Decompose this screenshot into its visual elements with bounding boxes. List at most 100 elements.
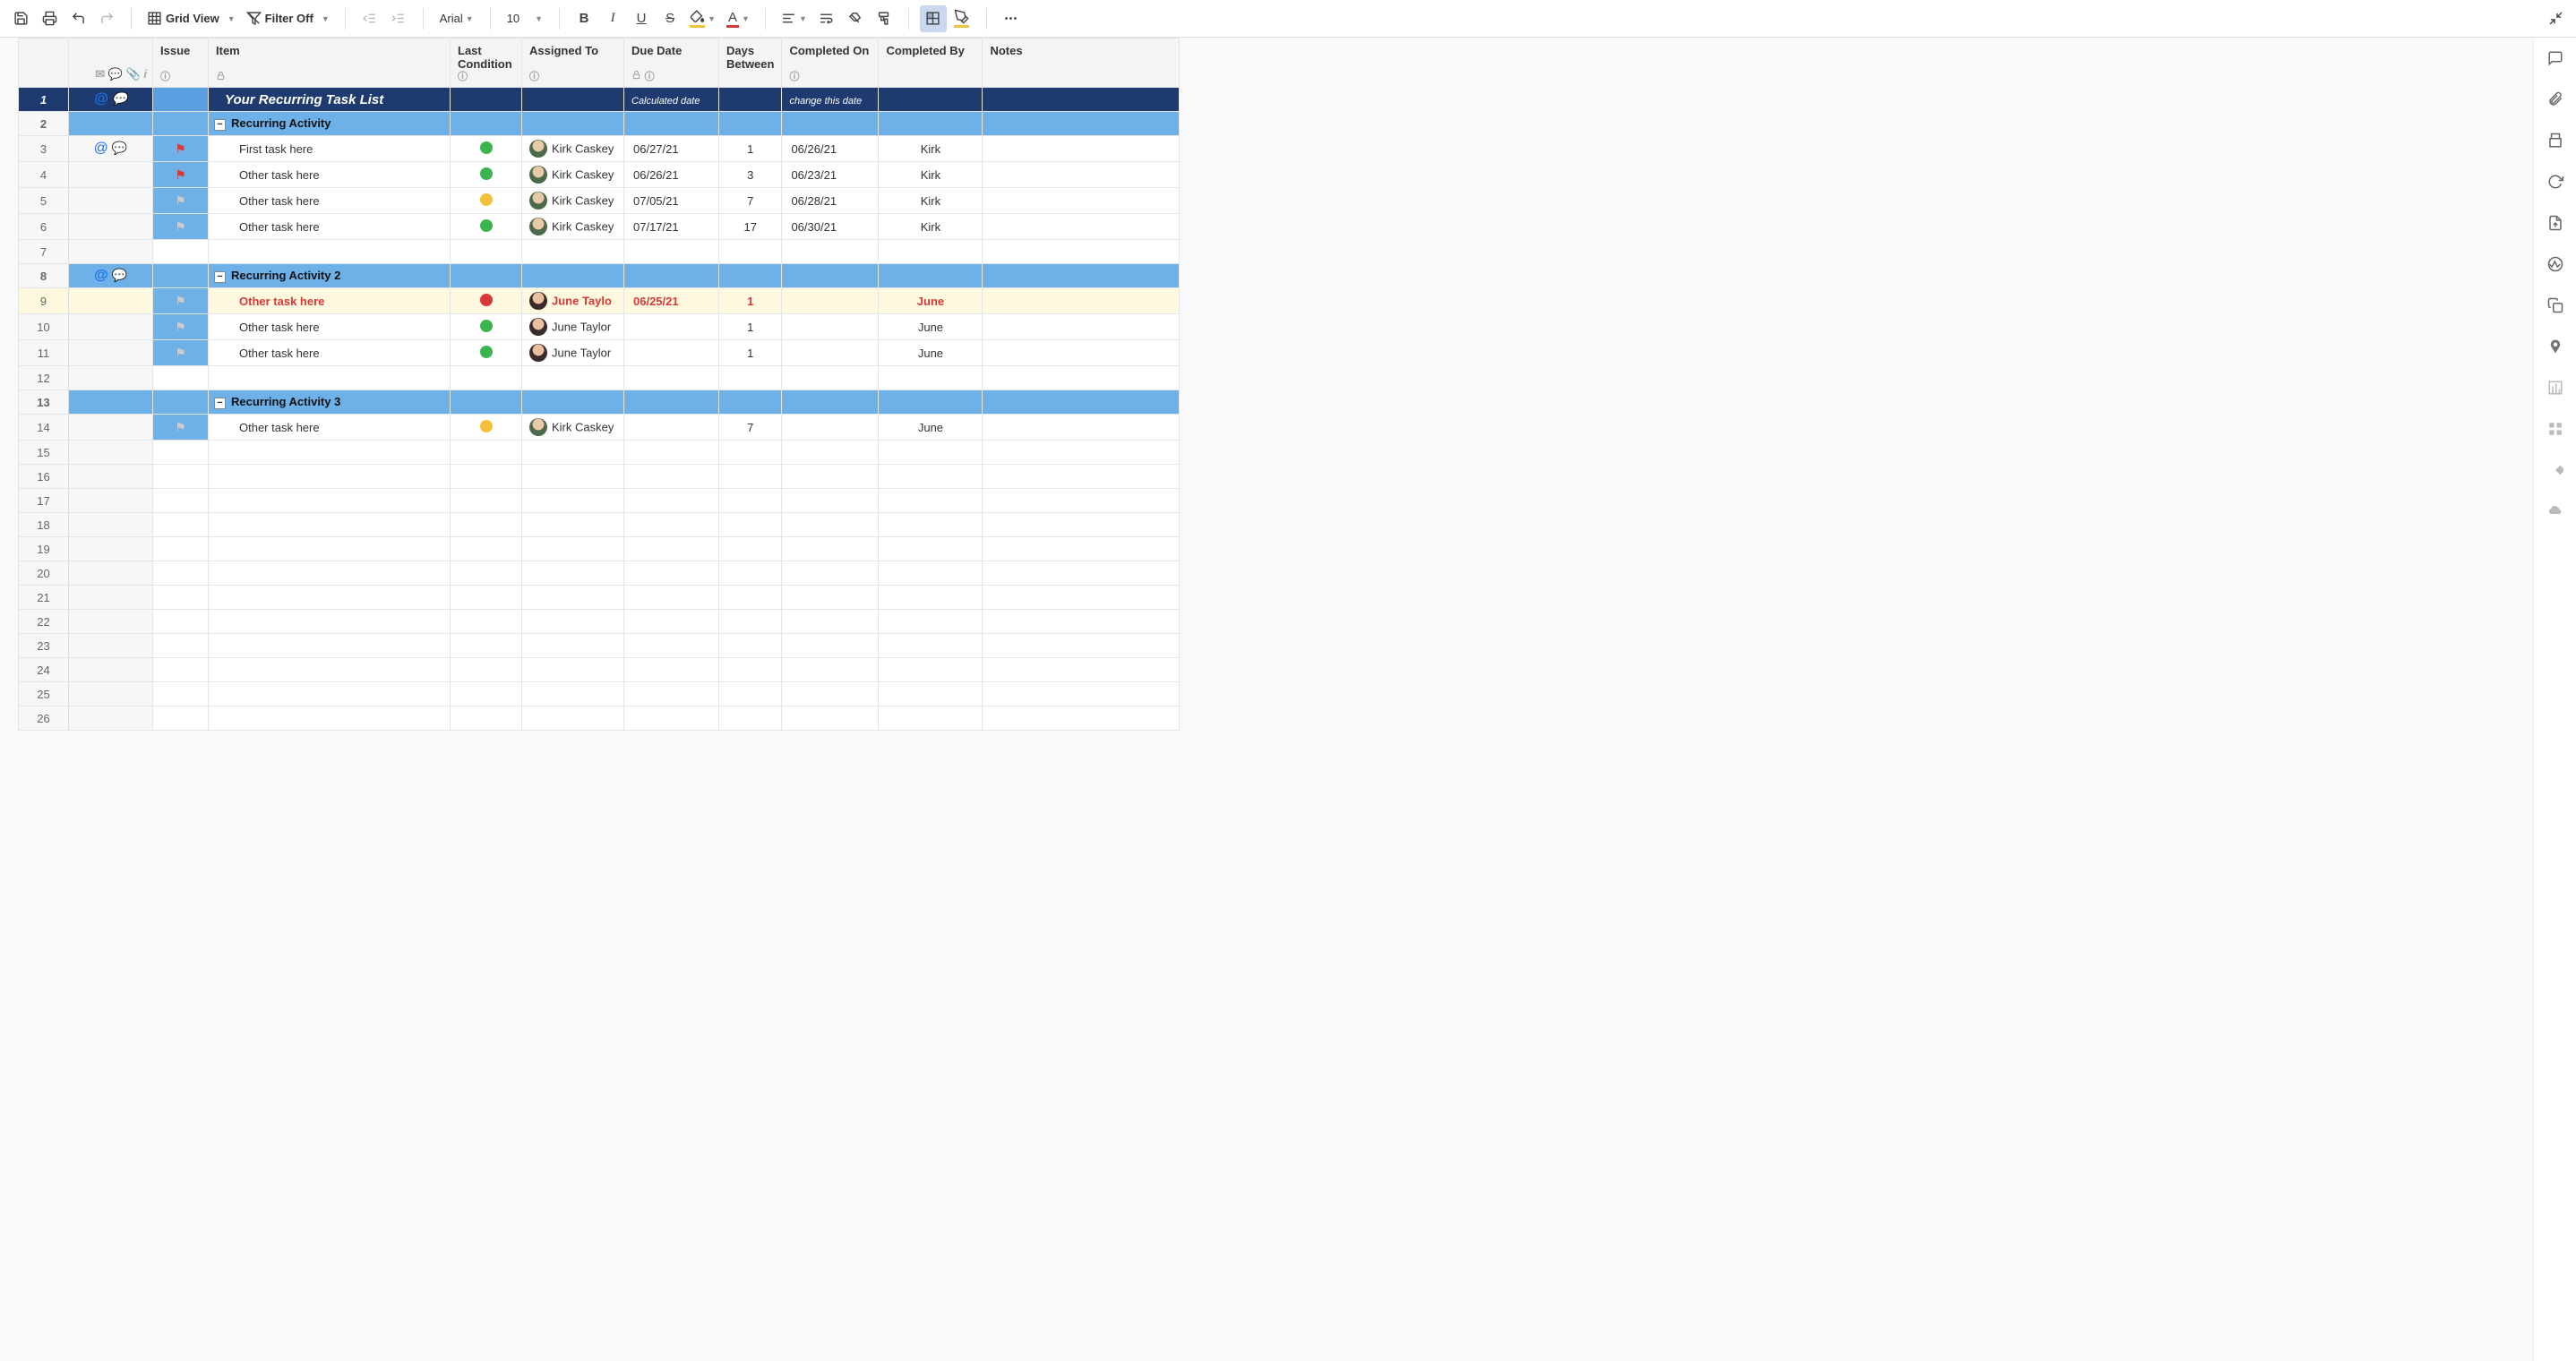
issue-cell[interactable] xyxy=(153,240,209,264)
outdent-button[interactable] xyxy=(356,5,383,32)
row-25[interactable]: 25 xyxy=(19,682,1180,706)
flag-icon[interactable]: ⚑ xyxy=(175,193,186,209)
cond-cell[interactable] xyxy=(451,465,522,489)
flag-icon[interactable]: ⚑ xyxy=(175,346,186,361)
due-cell[interactable] xyxy=(624,415,719,441)
due-cell[interactable] xyxy=(624,489,719,513)
item-cell[interactable] xyxy=(209,658,451,682)
item-cell[interactable] xyxy=(209,441,451,465)
assigned-cell[interactable] xyxy=(522,561,624,586)
font-family-select[interactable]: Arial▼ xyxy=(434,5,479,32)
header-item[interactable]: Item xyxy=(209,39,451,88)
item-cell[interactable] xyxy=(209,537,451,561)
notes-cell[interactable] xyxy=(983,214,1180,240)
row-7[interactable]: 7 xyxy=(19,240,1180,264)
assigned-cell[interactable] xyxy=(522,88,624,112)
attachment-icon[interactable]: @ xyxy=(94,91,108,107)
attachment-icon[interactable]: @ xyxy=(94,268,108,283)
compon-cell[interactable] xyxy=(782,489,879,513)
header-days-between[interactable]: Days Between xyxy=(719,39,782,88)
cond-cell[interactable] xyxy=(451,513,522,537)
cond-cell[interactable] xyxy=(451,314,522,340)
compon-cell[interactable] xyxy=(782,441,879,465)
row-number[interactable]: 23 xyxy=(19,634,69,658)
flag-icon[interactable]: ⚑ xyxy=(175,420,186,435)
compby-cell[interactable] xyxy=(879,561,983,586)
row-indicators[interactable] xyxy=(69,188,153,214)
assigned-cell[interactable] xyxy=(522,240,624,264)
compby-cell[interactable] xyxy=(879,489,983,513)
cond-cell[interactable] xyxy=(451,390,522,415)
compby-cell[interactable] xyxy=(879,390,983,415)
due-cell[interactable] xyxy=(624,366,719,390)
assigned-cell[interactable]: June Taylor xyxy=(522,314,624,340)
compby-cell[interactable] xyxy=(879,465,983,489)
compby-cell[interactable] xyxy=(879,513,983,537)
row-26[interactable]: 26 xyxy=(19,706,1180,731)
days-cell[interactable] xyxy=(719,88,782,112)
issue-cell[interactable] xyxy=(153,112,209,136)
row-indicators[interactable] xyxy=(69,112,153,136)
assigned-cell[interactable] xyxy=(522,366,624,390)
compby-cell[interactable]: Kirk xyxy=(879,214,983,240)
cond-cell[interactable] xyxy=(451,610,522,634)
notes-cell[interactable] xyxy=(983,136,1180,162)
due-cell[interactable] xyxy=(624,314,719,340)
row-number[interactable]: 15 xyxy=(19,441,69,465)
due-cell[interactable] xyxy=(624,537,719,561)
due-cell[interactable]: 07/17/21 xyxy=(624,214,719,240)
issue-cell[interactable] xyxy=(153,88,209,112)
flag-icon[interactable]: ⚑ xyxy=(175,219,186,235)
notes-cell[interactable] xyxy=(983,288,1180,314)
redo-button[interactable] xyxy=(93,5,120,32)
collapse-toggle[interactable]: − xyxy=(214,119,226,131)
issue-cell[interactable]: ⚑ xyxy=(153,314,209,340)
row-15[interactable]: 15 xyxy=(19,441,1180,465)
notes-cell[interactable] xyxy=(983,682,1180,706)
days-cell[interactable] xyxy=(719,682,782,706)
flag-icon[interactable]: ⚑ xyxy=(175,167,186,183)
filter-button[interactable]: Filter Off▼ xyxy=(242,5,334,32)
cond-cell[interactable] xyxy=(451,240,522,264)
due-cell[interactable] xyxy=(624,658,719,682)
issue-cell[interactable] xyxy=(153,489,209,513)
row-number[interactable]: 2 xyxy=(19,112,69,136)
row-indicators[interactable] xyxy=(69,586,153,610)
row-number[interactable]: 18 xyxy=(19,513,69,537)
row-number[interactable]: 16 xyxy=(19,465,69,489)
due-cell[interactable] xyxy=(624,513,719,537)
format-painter-button[interactable] xyxy=(871,5,897,32)
days-cell[interactable] xyxy=(719,561,782,586)
due-cell[interactable] xyxy=(624,706,719,731)
compon-cell[interactable] xyxy=(782,264,879,288)
update-requests-button[interactable] xyxy=(2546,172,2565,192)
compon-cell[interactable] xyxy=(782,366,879,390)
notes-cell[interactable] xyxy=(983,610,1180,634)
row-indicators[interactable] xyxy=(69,162,153,188)
item-cell[interactable] xyxy=(209,465,451,489)
header-completed-by[interactable]: Completed By xyxy=(879,39,983,88)
notes-cell[interactable] xyxy=(983,706,1180,731)
undo-button[interactable] xyxy=(64,5,91,32)
compon-cell[interactable] xyxy=(782,340,879,366)
row-11[interactable]: 11⚑Other task hereJune Taylor1June xyxy=(19,340,1180,366)
row-22[interactable]: 22 xyxy=(19,610,1180,634)
days-cell[interactable]: 1 xyxy=(719,288,782,314)
row-16[interactable]: 16 xyxy=(19,465,1180,489)
collapse-toolbar-button[interactable] xyxy=(2542,5,2569,32)
row-6[interactable]: 6⚑Other task hereKirk Caskey07/17/211706… xyxy=(19,214,1180,240)
print-button[interactable] xyxy=(36,5,63,32)
issue-cell[interactable] xyxy=(153,537,209,561)
comment-icon[interactable]: 💬 xyxy=(112,91,127,106)
cond-cell[interactable] xyxy=(451,136,522,162)
assigned-cell[interactable] xyxy=(522,489,624,513)
header-notes[interactable]: Notes xyxy=(983,39,1180,88)
assigned-cell[interactable]: June Taylor xyxy=(522,340,624,366)
item-cell[interactable]: −Recurring Activity 2 xyxy=(209,264,451,288)
item-cell[interactable]: −Recurring Activity 3 xyxy=(209,390,451,415)
row-4[interactable]: 4⚑Other task hereKirk Caskey06/26/21306/… xyxy=(19,162,1180,188)
compby-cell[interactable] xyxy=(879,610,983,634)
row-number[interactable]: 3 xyxy=(19,136,69,162)
header-indicators[interactable]: ✉ 💬 📎 i xyxy=(69,39,153,88)
cond-cell[interactable] xyxy=(451,537,522,561)
